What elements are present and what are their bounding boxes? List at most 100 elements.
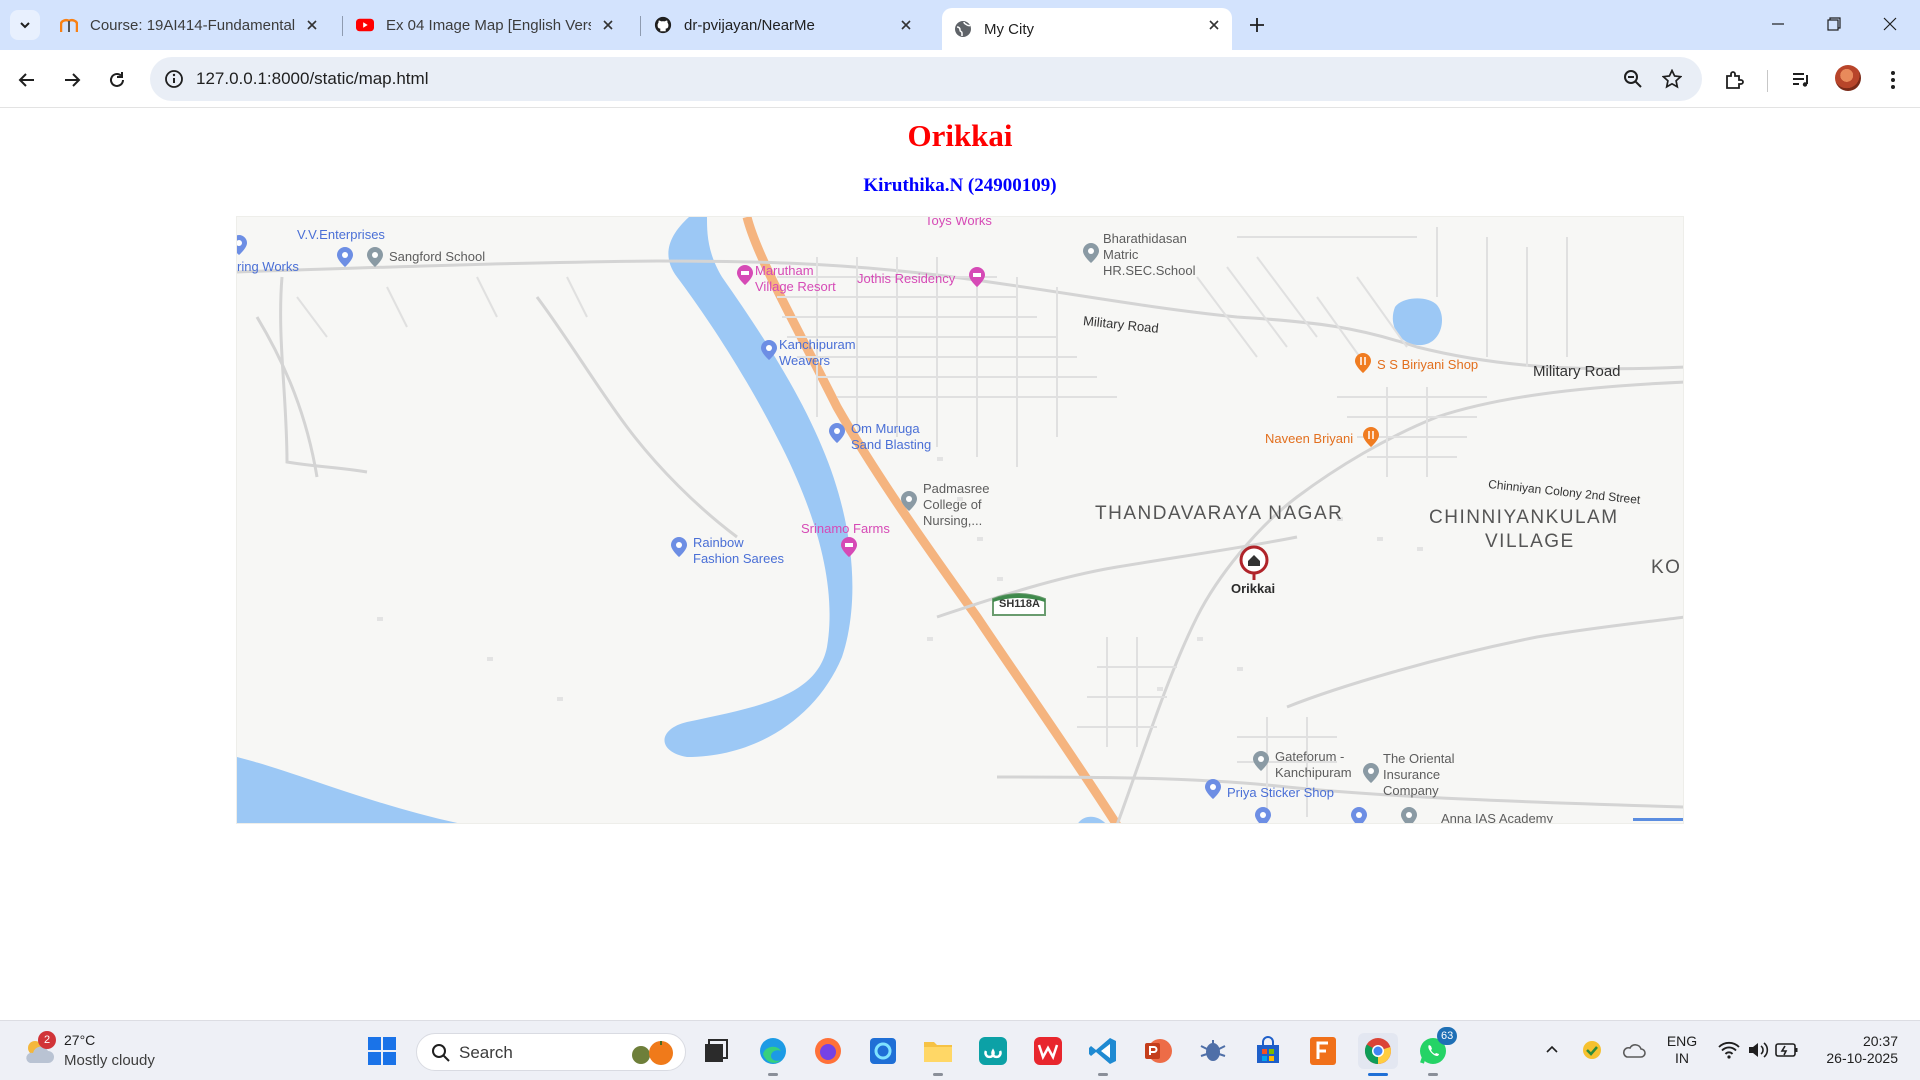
- fiftyone-app[interactable]: [1305, 1033, 1341, 1069]
- reload-button[interactable]: [101, 64, 133, 96]
- app-f-icon: [1310, 1037, 1336, 1065]
- media-control-button[interactable]: [1786, 65, 1816, 95]
- tab-my-city[interactable]: My City: [942, 8, 1232, 50]
- chevron-up-icon: [1546, 1045, 1558, 1053]
- area-label: KO: [1651, 557, 1682, 578]
- place-label: Nursing,...: [923, 513, 983, 528]
- folder-icon: [924, 1042, 952, 1062]
- school-pin-icon[interactable]: [367, 247, 383, 267]
- map-pin-blue-icon[interactable]: [1255, 807, 1271, 824]
- restaurant-pin-icon[interactable]: [1355, 353, 1371, 373]
- snipping-app[interactable]: [865, 1033, 901, 1069]
- whatsapp-app[interactable]: 63: [1415, 1027, 1458, 1076]
- show-hidden-icons-button[interactable]: [1534, 1035, 1570, 1065]
- back-button[interactable]: [11, 64, 43, 96]
- tray-app-icon[interactable]: [1574, 1035, 1610, 1065]
- map-pin-blue-icon[interactable]: [761, 340, 777, 360]
- search-icon: [432, 1044, 450, 1062]
- close-window-button[interactable]: [1862, 0, 1918, 48]
- quick-settings-button[interactable]: [1710, 1035, 1806, 1065]
- taskbar-search[interactable]: Search: [416, 1033, 686, 1071]
- wps-app[interactable]: [1030, 1033, 1066, 1069]
- tab-title: Course: 19AI414-Fundamentals: [90, 16, 295, 34]
- info-icon[interactable]: [164, 69, 184, 89]
- windows-logo-icon: [368, 1037, 396, 1065]
- map-pin-blue-icon[interactable]: [236, 235, 247, 255]
- home-marker-icon[interactable]: [1239, 545, 1269, 581]
- close-icon: [1883, 17, 1897, 31]
- more-vert-icon: [1891, 71, 1895, 89]
- store-icon: [1257, 1036, 1279, 1063]
- youtube-icon: [356, 16, 374, 34]
- place-label: Srinamo Farms: [801, 521, 890, 536]
- tab-youtube[interactable]: Ex 04 Image Map [English Versi: [356, 8, 626, 42]
- volume-icon: [1749, 1042, 1769, 1058]
- task-view-button[interactable]: [698, 1033, 734, 1069]
- chrome-icon: [1364, 1038, 1391, 1065]
- close-tab-icon[interactable]: [600, 17, 616, 33]
- tab-course[interactable]: Course: 19AI414-Fundamentals: [60, 8, 330, 42]
- running-indicator: [1428, 1073, 1438, 1076]
- bookmark-star-icon[interactable]: [1660, 67, 1684, 91]
- hotel-pin-icon[interactable]: [737, 265, 753, 285]
- moodle-icon: [60, 16, 78, 34]
- hotel-pin-icon[interactable]: [969, 267, 985, 287]
- tab-separator: [640, 16, 641, 36]
- running-indicator: [1098, 1073, 1108, 1076]
- pumpkin-icon: [632, 1041, 673, 1065]
- route-label: SH118A: [999, 598, 1040, 610]
- tab-search-button[interactable]: [10, 10, 40, 40]
- close-tab-icon[interactable]: [1206, 17, 1222, 33]
- arrow-left-icon: [18, 73, 34, 87]
- school-pin-icon[interactable]: [901, 491, 917, 511]
- file-explorer-app[interactable]: [920, 1033, 956, 1076]
- school-pin-icon[interactable]: [1083, 243, 1099, 263]
- place-label: Kanchipuram: [1275, 765, 1352, 780]
- map-scale-bar: [1633, 818, 1683, 821]
- github-icon: [654, 16, 672, 34]
- map-pin-blue-icon[interactable]: [1205, 779, 1221, 799]
- language-indicator[interactable]: ENG IN: [1660, 1033, 1704, 1067]
- new-tab-button[interactable]: [1242, 10, 1272, 40]
- forward-button[interactable]: [56, 64, 88, 96]
- close-tab-icon[interactable]: [304, 17, 320, 33]
- weather-widget[interactable]: 2 27°C Mostly cloudy: [18, 1031, 198, 1073]
- map-pin-blue-icon[interactable]: [671, 537, 687, 557]
- powerpoint-app[interactable]: [1140, 1033, 1176, 1069]
- map-pin-blue-icon[interactable]: [829, 423, 845, 443]
- clock[interactable]: 20:37 26-10-2025: [1810, 1033, 1910, 1067]
- map-pin-blue-icon[interactable]: [337, 247, 353, 267]
- minimize-button[interactable]: [1750, 0, 1806, 48]
- school-pin-icon[interactable]: [1363, 763, 1379, 783]
- tab-github[interactable]: dr-pvijayan/NearMe: [654, 8, 924, 42]
- url-text[interactable]: 127.0.0.1:8000/static/map.html: [196, 69, 428, 89]
- edge-app[interactable]: [755, 1033, 791, 1076]
- search-label: Search: [459, 1043, 513, 1062]
- region-label: IN: [1675, 1050, 1689, 1066]
- school-pin-icon[interactable]: [1401, 807, 1417, 824]
- menu-button[interactable]: [1878, 65, 1908, 95]
- vscode-app[interactable]: [1085, 1033, 1121, 1076]
- hotel-pin-icon[interactable]: [841, 537, 857, 557]
- place-label: Naveen Briyani: [1265, 431, 1354, 446]
- close-tab-icon[interactable]: [898, 17, 914, 33]
- arduino-icon: [979, 1037, 1007, 1065]
- address-bar[interactable]: 127.0.0.1:8000/static/map.html: [150, 57, 1702, 101]
- restore-button[interactable]: [1806, 0, 1862, 48]
- arduino-app[interactable]: [975, 1033, 1011, 1069]
- extensions-button[interactable]: [1720, 65, 1750, 95]
- firefox-app[interactable]: [810, 1033, 846, 1069]
- profile-avatar[interactable]: [1835, 65, 1861, 91]
- chrome-app[interactable]: [1358, 1033, 1398, 1076]
- bug-app[interactable]: [1195, 1033, 1231, 1069]
- restaurant-pin-icon[interactable]: [1363, 427, 1379, 447]
- store-app[interactable]: [1250, 1033, 1286, 1069]
- wps-icon: [1034, 1037, 1062, 1065]
- zoom-icon[interactable]: [1621, 67, 1645, 91]
- onedrive-icon-button[interactable]: [1616, 1035, 1652, 1065]
- school-pin-icon[interactable]: [1253, 751, 1269, 771]
- start-button[interactable]: [364, 1033, 400, 1069]
- snipping-tool-icon: [870, 1038, 896, 1064]
- map-image[interactable]: SH118A V.V.Enterprises ring Works Sangfo…: [236, 216, 1684, 824]
- map-pin-blue-icon[interactable]: [1351, 807, 1367, 824]
